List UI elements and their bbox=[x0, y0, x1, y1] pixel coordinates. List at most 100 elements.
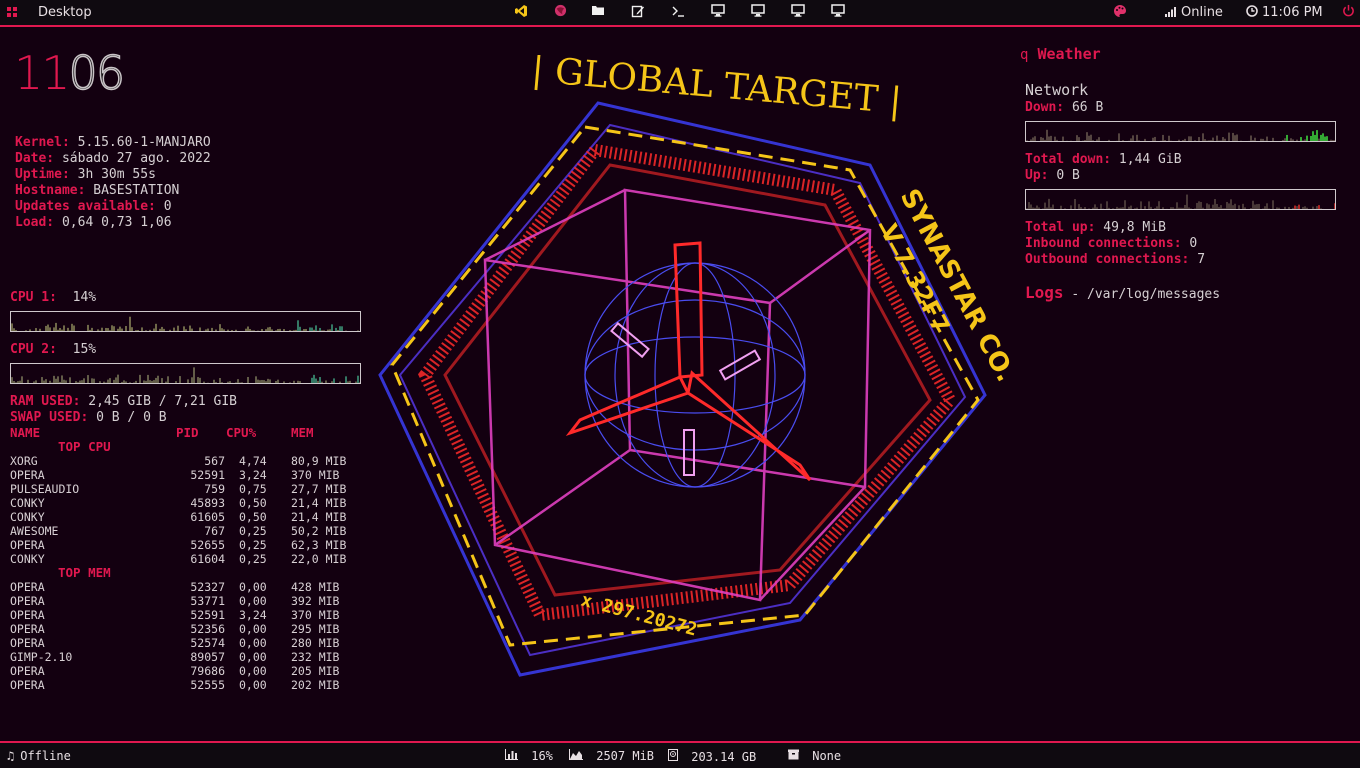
process-cell: 0,00 bbox=[239, 664, 267, 678]
net-inbound-value: 0 bbox=[1189, 236, 1198, 251]
vscode-icon[interactable] bbox=[512, 4, 530, 22]
package-icon bbox=[788, 749, 806, 763]
net-total-up: Total up: 49,8 MiB bbox=[1025, 220, 1166, 236]
process-cell: 52555 bbox=[190, 678, 225, 692]
wallpaper-title: | GLOBAL TARGET | bbox=[530, 55, 903, 122]
logs-path: - /var/log/messages bbox=[1071, 287, 1221, 302]
sysinfo-row: Uptime: 3h 30m 55s bbox=[15, 167, 156, 183]
process-cell: 205 MIB bbox=[291, 664, 340, 678]
disk-widget[interactable]: 203.14 GB bbox=[668, 749, 756, 764]
sysinfo-row: Kernel: 5.15.60-1-MANJARO bbox=[15, 135, 211, 151]
top-bar: Desktop Online 11:06 PM bbox=[0, 0, 1360, 27]
net-total-down: Total down: 1,44 GiB bbox=[1025, 152, 1182, 168]
monitor-2-icon[interactable] bbox=[749, 4, 767, 22]
cpu1-label: CPU 1: 14% bbox=[10, 290, 96, 305]
sysinfo-key: Hostname: bbox=[15, 183, 86, 198]
clock-time: 11:06 PM bbox=[1262, 5, 1323, 20]
process-cell: 392 MIB bbox=[291, 594, 340, 608]
monitor-3-icon[interactable] bbox=[789, 4, 807, 22]
cpu1-value: 14% bbox=[72, 290, 97, 305]
process-cell: OPERA bbox=[10, 664, 45, 678]
swap-key: SWAP USED: bbox=[10, 410, 89, 425]
sysinfo-value: 3h 30m 55s bbox=[77, 167, 156, 182]
net-outbound-key: Outbound connections: bbox=[1025, 252, 1190, 267]
process-cell: 0,00 bbox=[239, 580, 267, 594]
process-cell: 567 bbox=[204, 454, 225, 468]
sysinfo-key: Date: bbox=[15, 151, 55, 166]
process-cell: 428 MIB bbox=[291, 580, 340, 594]
process-cell: 52574 bbox=[190, 636, 225, 650]
signal-icon bbox=[1165, 6, 1177, 21]
process-row: OPERA 53771 0,00 392 MIB bbox=[10, 594, 339, 608]
clock-icon bbox=[1246, 5, 1258, 21]
top-mem-heading: TOP MEM bbox=[58, 565, 111, 580]
sysinfo-key: Updates available: bbox=[15, 199, 156, 214]
process-cell: 79686 bbox=[190, 664, 225, 678]
net-up: Up: 0 B bbox=[1025, 168, 1080, 184]
music-status-label: Offline bbox=[20, 749, 71, 763]
process-cell: 52655 bbox=[190, 538, 225, 552]
monitor-1-icon[interactable] bbox=[709, 4, 727, 22]
process-row: PULSEAUDIO 759 0,75 27,7 MIB bbox=[10, 482, 346, 496]
process-row: CONKY 61604 0,25 22,0 MIB bbox=[10, 552, 346, 566]
sysinfo-key: Uptime: bbox=[15, 167, 70, 182]
cpu2-graph bbox=[10, 363, 361, 384]
net-up-graph bbox=[1025, 189, 1336, 210]
process-cell: 45893 bbox=[190, 496, 225, 510]
process-cell: 295 MIB bbox=[291, 622, 340, 636]
monitor-4-icon[interactable] bbox=[829, 4, 847, 22]
sysinfo-value: 5.15.60-1-MANJARO bbox=[77, 135, 211, 150]
big-clock: 1106 bbox=[14, 49, 126, 97]
process-cell: 21,4 MIB bbox=[291, 496, 347, 510]
clock-widget[interactable]: 11:06 PM bbox=[1246, 5, 1323, 21]
process-cell: 4,74 bbox=[239, 454, 267, 468]
process-cell: 52356 bbox=[190, 622, 225, 636]
disk-icon bbox=[668, 749, 685, 764]
net-outbound-value: 7 bbox=[1197, 252, 1206, 267]
process-row: OPERA 52591 3,24 370 MIB bbox=[10, 468, 339, 482]
net-up-value: 0 B bbox=[1056, 168, 1080, 183]
power-icon[interactable] bbox=[1339, 4, 1357, 22]
net-inbound: Inbound connections: 0 bbox=[1025, 236, 1197, 252]
process-row: AWESOME 767 0,25 50,2 MIB bbox=[10, 524, 346, 538]
ram-key: RAM USED: bbox=[10, 394, 81, 409]
terminal-icon[interactable] bbox=[669, 4, 687, 22]
sysinfo-row: Load: 0,64 0,73 1,06 bbox=[15, 215, 172, 231]
process-row: OPERA 52555 0,00 202 MIB bbox=[10, 678, 339, 692]
process-row: OPERA 52655 0,25 62,3 MIB bbox=[10, 538, 346, 552]
process-row: CONKY 61605 0,50 21,4 MIB bbox=[10, 510, 346, 524]
process-cell: OPERA bbox=[10, 538, 45, 552]
process-row: OPERA 52574 0,00 280 MIB bbox=[10, 636, 339, 650]
ram-used: RAM USED: 2,45 GIB / 7,21 GIB bbox=[10, 394, 237, 409]
process-cell: 3,24 bbox=[239, 608, 267, 622]
net-total-down-value: 1,44 GiB bbox=[1118, 152, 1182, 167]
big-clock-hours: 11 bbox=[14, 46, 71, 100]
app-menu-icon[interactable] bbox=[7, 7, 17, 17]
music-note-icon: ♫ bbox=[7, 749, 15, 763]
process-row: OPERA 52356 0,00 295 MIB bbox=[10, 622, 339, 636]
process-cell: 61605 bbox=[190, 510, 225, 524]
process-row: CONKY 45893 0,50 21,4 MIB bbox=[10, 496, 346, 510]
memory-widget[interactable]: 2507 MiB bbox=[569, 749, 654, 763]
process-row: OPERA 52327 0,00 428 MIB bbox=[10, 580, 339, 594]
folder-icon[interactable] bbox=[589, 4, 607, 22]
text-editor-icon[interactable] bbox=[629, 4, 647, 22]
sysinfo-value: BASESTATION bbox=[93, 183, 180, 198]
process-cell: XORG bbox=[10, 454, 38, 468]
process-cell: OPERA bbox=[10, 678, 45, 692]
process-cell: 0,75 bbox=[239, 482, 267, 496]
area-chart-icon bbox=[569, 749, 590, 763]
network-status[interactable]: Online bbox=[1165, 5, 1223, 21]
net-up-key: Up: bbox=[1025, 168, 1049, 183]
browser-icon[interactable] bbox=[551, 4, 569, 22]
process-cell: 202 MIB bbox=[291, 678, 340, 692]
cpu-usage-widget[interactable]: 16% bbox=[505, 749, 553, 763]
process-cell: 61604 bbox=[190, 552, 225, 566]
memory-value: 2507 MiB bbox=[596, 749, 655, 763]
process-row: OPERA 52591 3,24 370 MIB bbox=[10, 608, 339, 622]
palette-icon[interactable] bbox=[1111, 4, 1129, 22]
updates-widget[interactable]: None bbox=[788, 749, 841, 763]
process-cell: OPERA bbox=[10, 580, 45, 594]
music-status[interactable]: ♫ Offline bbox=[7, 749, 71, 763]
global-target-wallpaper: | GLOBAL TARGET | SYNASTAR CO. V 7.32F7 … bbox=[378, 55, 1010, 677]
